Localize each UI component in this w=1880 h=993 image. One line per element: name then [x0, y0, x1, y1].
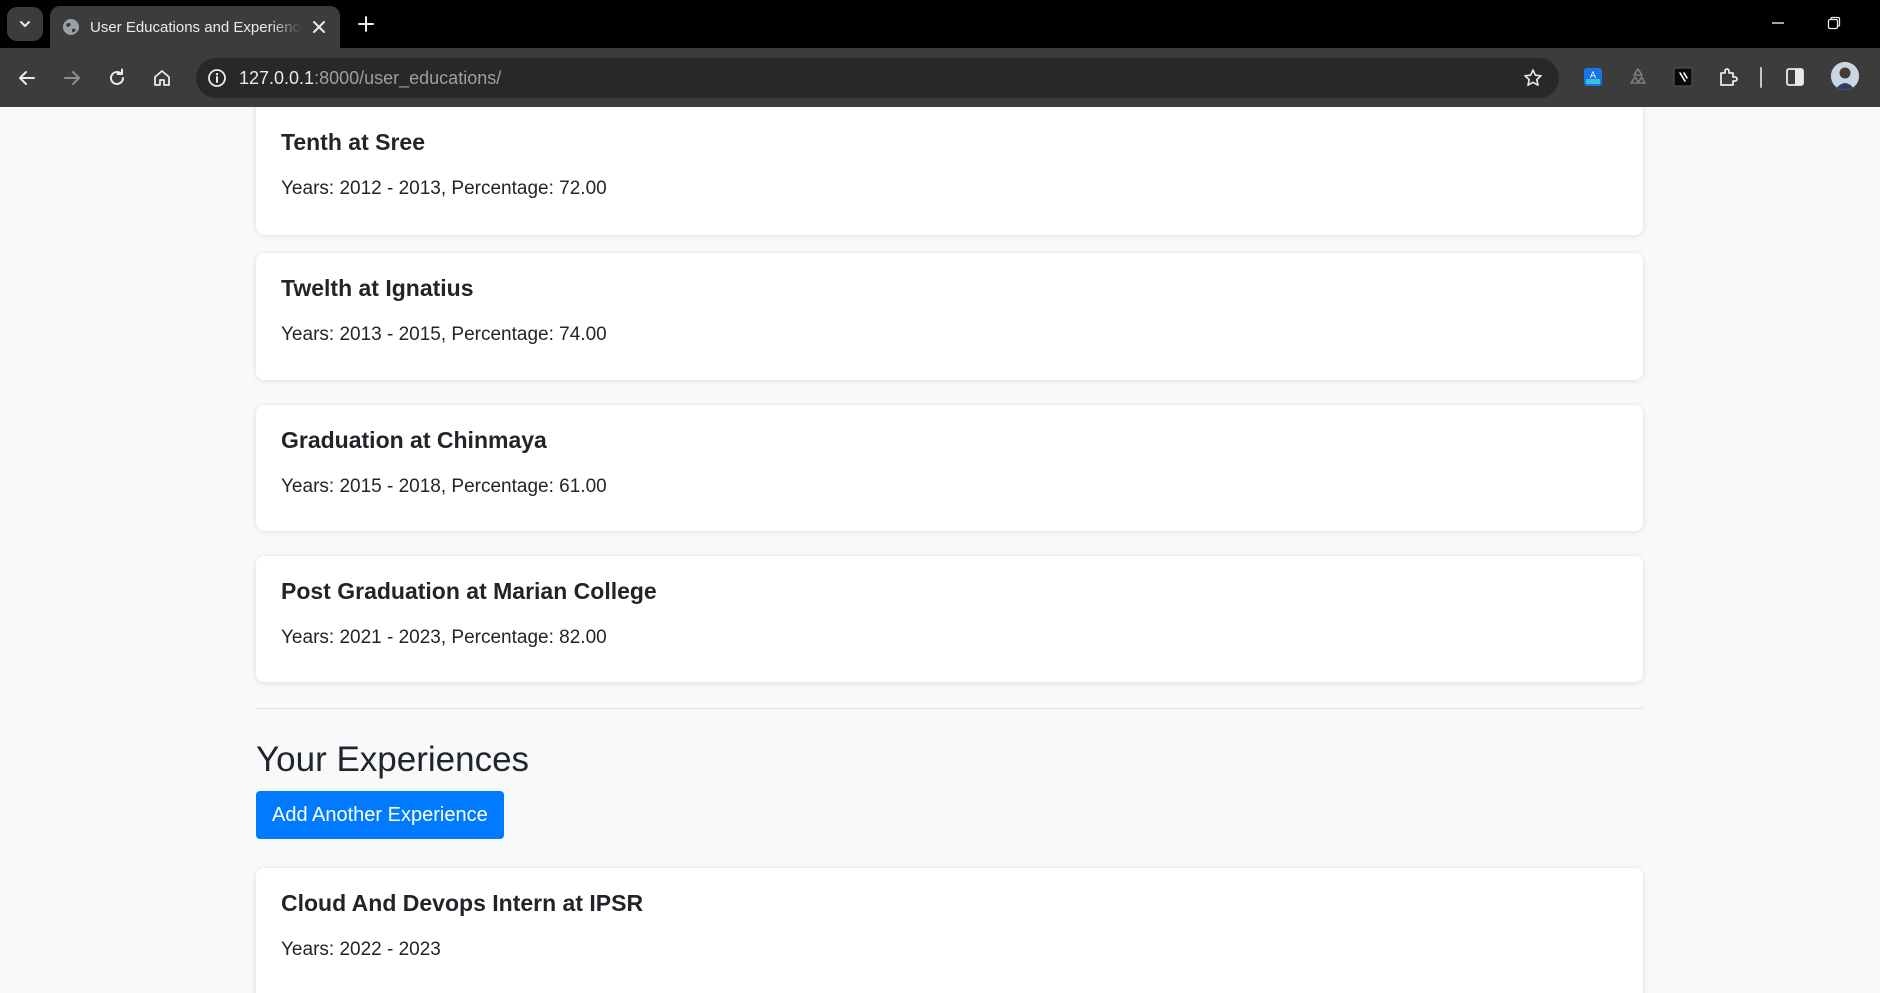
browser-tab-strip: User Educations and Experiences [0, 0, 1880, 48]
profile-avatar[interactable] [1831, 62, 1859, 90]
bookmark-star-icon[interactable] [1521, 66, 1545, 90]
education-card: Post Graduation at Marian College Years:… [256, 556, 1643, 682]
globe-icon [62, 18, 80, 36]
restore-icon [1827, 16, 1841, 30]
education-title: Twelth at Ignatius [281, 275, 474, 301]
experience-title: Cloud And Devops Intern at IPSR [281, 890, 644, 916]
section-divider [256, 708, 1643, 709]
extension-translate-icon[interactable]: A [1580, 64, 1606, 90]
browser-toolbar: 127.0.0.1:8000/user_educations/ A [0, 48, 1880, 107]
education-card: Tenth at Sree Years: 2012 - 2013, Percen… [256, 107, 1643, 235]
minimize-icon [1772, 22, 1784, 24]
reload-button[interactable] [100, 61, 134, 95]
arrow-right-icon [64, 71, 80, 85]
extension-black-square-icon[interactable] [1670, 64, 1696, 90]
tab-title: User Educations and Experiences [90, 18, 302, 36]
browser-tab[interactable]: User Educations and Experiences [50, 6, 340, 48]
forward-button[interactable] [55, 61, 89, 95]
education-card: Twelth at Ignatius Years: 2013 - 2015, P… [256, 253, 1643, 380]
experience-details: Years: 2022 - 2023 [281, 939, 441, 960]
plus-icon [358, 16, 374, 32]
page-viewport: Tenth at Sree Years: 2012 - 2013, Percen… [0, 107, 1880, 993]
extension-recycle-icon[interactable] [1625, 64, 1651, 90]
education-details: Years: 2012 - 2013, Percentage: 72.00 [281, 178, 607, 199]
new-tab-button[interactable] [352, 10, 380, 38]
toolbar-divider [1760, 67, 1762, 88]
education-details: Years: 2021 - 2023, Percentage: 82.00 [281, 627, 607, 648]
back-button[interactable] [10, 61, 44, 95]
url-text: 127.0.0.1:8000/user_educations/ [239, 68, 501, 89]
url-path: :8000/user_educations/ [314, 67, 502, 88]
minimize-button[interactable] [1758, 8, 1798, 38]
education-details: Years: 2013 - 2015, Percentage: 74.00 [281, 324, 607, 345]
chevron-down-icon [20, 21, 30, 27]
address-bar[interactable]: 127.0.0.1:8000/user_educations/ [196, 58, 1559, 98]
close-icon[interactable] [308, 16, 330, 38]
reload-icon [110, 68, 124, 85]
home-icon [154, 70, 170, 86]
tab-search-button[interactable] [7, 7, 43, 41]
education-card: Graduation at Chinmaya Years: 2015 - 201… [256, 405, 1643, 531]
experience-card: Cloud And Devops Intern at IPSR Years: 2… [256, 868, 1643, 993]
content-container: Tenth at Sree Years: 2012 - 2013, Percen… [256, 107, 1643, 993]
site-info-icon[interactable] [205, 66, 229, 90]
url-host: 127.0.0.1 [239, 67, 315, 88]
education-title: Tenth at Sree [281, 129, 425, 155]
education-title: Graduation at Chinmaya [281, 427, 547, 453]
add-experience-button[interactable]: Add Another Experience [256, 791, 504, 839]
restore-button[interactable] [1814, 8, 1854, 38]
experiences-heading: Your Experiences [256, 740, 530, 779]
education-details: Years: 2015 - 2018, Percentage: 61.00 [281, 476, 607, 497]
arrow-left-icon [19, 71, 35, 85]
side-panel-icon[interactable] [1782, 64, 1808, 90]
education-title: Post Graduation at Marian College [281, 578, 657, 604]
home-button[interactable] [145, 61, 179, 95]
extensions-puzzle-icon[interactable] [1715, 64, 1741, 90]
svg-text:A: A [1590, 71, 1597, 81]
